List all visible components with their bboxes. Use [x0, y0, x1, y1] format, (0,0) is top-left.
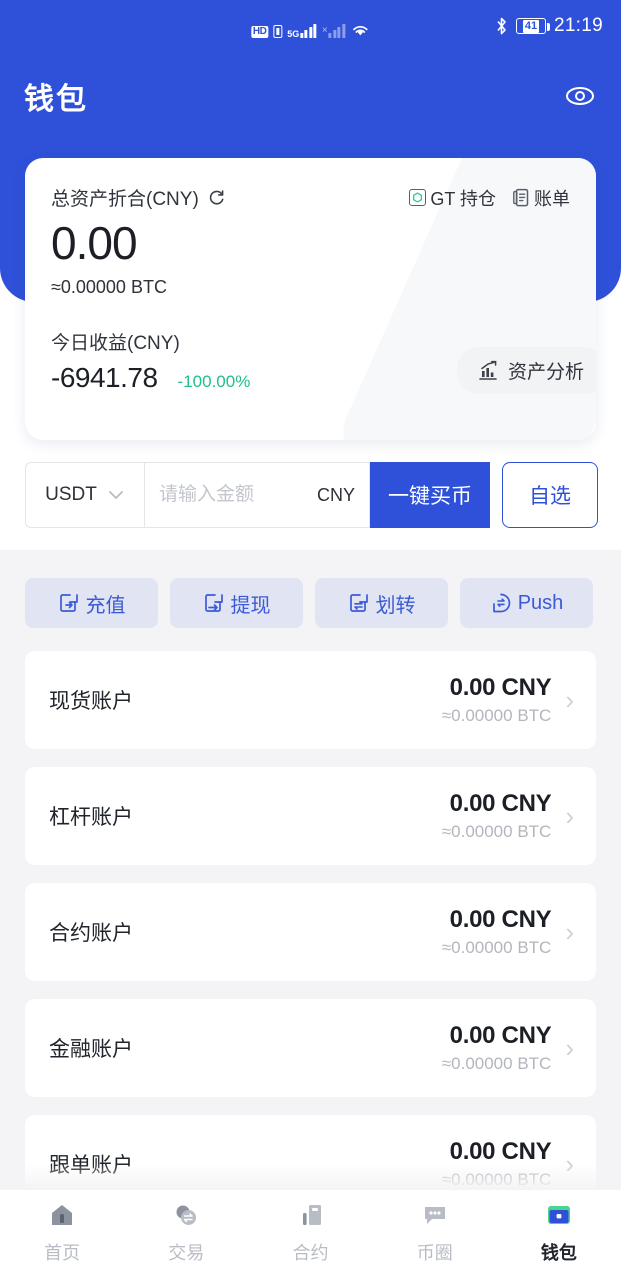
app-bar: 钱包: [0, 60, 621, 132]
table-row[interactable]: 合约账户 0.00 CNY ≈0.00000 BTC ›: [25, 883, 596, 981]
nav-item-trade[interactable]: 交易: [124, 1198, 248, 1265]
account-list: 现货账户 0.00 CNY ≈0.00000 BTC › 杠杆账户 0.00 C…: [25, 651, 596, 1231]
withdraw-icon: [204, 594, 223, 612]
status-bar-center-icons: HD 5G ×: [250, 14, 370, 39]
currency-label: CNY: [316, 484, 355, 505]
nav-item-community[interactable]: 币圈: [373, 1198, 497, 1265]
gt-holdings-link[interactable]: GT 持仓: [409, 185, 496, 211]
nav-label-contract: 合约: [292, 1243, 329, 1263]
account-name: 现货账户: [49, 690, 133, 713]
gt-holdings-label: GT 持仓: [430, 188, 496, 209]
amount-field-wrap: CNY: [145, 462, 370, 528]
bill-icon: [513, 188, 529, 207]
wallet-icon: [544, 1198, 574, 1232]
table-row[interactable]: 杠杆账户 0.00 CNY ≈0.00000 BTC ›: [25, 767, 596, 865]
table-row[interactable]: 金融账户 0.00 CNY ≈0.00000 BTC ›: [25, 999, 596, 1097]
favorites-button[interactable]: 自选: [502, 462, 598, 528]
account-btc: ≈0.00000 BTC: [441, 822, 552, 841]
account-cny: 0.00 CNY: [449, 674, 552, 701]
account-cny: 0.00 CNY: [449, 906, 552, 933]
nav-label-trade: 交易: [168, 1243, 205, 1263]
account-btc: ≈0.00000 BTC: [441, 706, 552, 725]
transfer-button[interactable]: 划转: [315, 578, 448, 628]
community-icon: [420, 1198, 450, 1232]
account-name: 合约账户: [49, 922, 133, 945]
battery-icon: 41: [515, 18, 550, 34]
today-profit-percent: -100.00%: [177, 372, 251, 392]
chart-growth-icon: [479, 360, 497, 380]
trade-icon: [171, 1198, 201, 1232]
hd-icon: HD: [250, 26, 269, 38]
bluetooth-icon: [497, 17, 506, 35]
coin-select[interactable]: USDT: [25, 462, 145, 528]
account-cny: 0.00 CNY: [449, 1022, 552, 1049]
total-balance-btc: ≈0.00000 BTC: [51, 277, 167, 298]
chevron-down-icon: [108, 491, 123, 500]
account-name: 金融账户: [49, 1038, 133, 1061]
bill-label: 账单: [534, 188, 570, 209]
nav-label-wallet: 钱包: [540, 1243, 577, 1263]
status-bar-right: 41 21:19: [495, 15, 603, 37]
nav-label-home: 首页: [44, 1243, 81, 1263]
home-icon: [47, 1198, 77, 1232]
nav-label-community: 币圈: [416, 1243, 453, 1263]
push-icon: [492, 593, 510, 613]
asset-analysis-button[interactable]: 资产分析: [456, 347, 596, 394]
gt-holdings-icon: [409, 189, 427, 206]
nav-item-wallet[interactable]: 钱包: [497, 1198, 621, 1265]
wallet-screen: HD 5G × 41 21:19 钱包 总资产折合(CNY) GT 持仓 账单 …: [0, 0, 621, 1280]
wifi-icon: [352, 25, 368, 36]
account-name: 杠杆账户: [49, 806, 133, 829]
sim-icon: [273, 25, 283, 38]
nav-item-home[interactable]: 首页: [0, 1198, 124, 1265]
amount-input[interactable]: [159, 484, 304, 506]
transfer-icon: [349, 594, 368, 612]
signal-icon: 5G: [287, 22, 317, 39]
balance-card-header: 总资产折合(CNY) GT 持仓 账单: [51, 184, 570, 211]
total-assets-label: 总资产折合(CNY): [51, 184, 226, 211]
refresh-icon[interactable]: [207, 188, 226, 207]
push-button[interactable]: Push: [460, 578, 593, 628]
transfer-label: 划转: [375, 594, 416, 617]
signal-secondary-icon: ×: [322, 22, 346, 38]
account-cny: 0.00 CNY: [449, 790, 552, 817]
coin-select-value: USDT: [45, 484, 97, 505]
table-row[interactable]: 现货账户 0.00 CNY ≈0.00000 BTC ›: [25, 651, 596, 749]
withdraw-button[interactable]: 提现: [170, 578, 303, 628]
deposit-icon: [59, 594, 78, 612]
contract-icon: [296, 1198, 326, 1232]
chevron-right-icon: ›: [565, 1033, 574, 1063]
account-btc: ≈0.00000 BTC: [441, 938, 552, 957]
action-buttons-row: 充值 提现 划转 Push: [25, 578, 593, 628]
page-title: 钱包: [24, 83, 88, 116]
balance-card-links: GT 持仓 账单: [409, 185, 570, 211]
push-label: Push: [517, 591, 564, 614]
eye-icon[interactable]: [563, 79, 597, 113]
balance-card: 总资产折合(CNY) GT 持仓 账单 0.00 ≈0.00000 BTC 今日…: [25, 158, 596, 440]
nav-item-contract[interactable]: 合约: [248, 1198, 372, 1265]
account-cny: 0.00 CNY: [449, 1138, 552, 1165]
status-bar: HD 5G × 41 21:19: [0, 0, 621, 52]
quick-buy-row: USDT CNY 一键买币 自选: [25, 462, 598, 528]
chevron-right-icon: ›: [565, 917, 574, 947]
today-profit-value: -6941.78: [51, 362, 158, 394]
chevron-right-icon: ›: [565, 801, 574, 831]
total-balance-value: 0.00: [51, 217, 138, 269]
one-click-buy-button[interactable]: 一键买币: [370, 462, 490, 528]
status-bar-clock: 21:19: [553, 15, 603, 36]
list-fade-mask: [0, 1164, 621, 1190]
chevron-right-icon: ›: [565, 685, 574, 715]
deposit-label: 充值: [85, 594, 126, 617]
withdraw-label: 提现: [230, 594, 271, 617]
asset-analysis-label: 资产分析: [507, 362, 584, 383]
account-btc: ≈0.00000 BTC: [441, 1054, 552, 1073]
deposit-button[interactable]: 充值: [25, 578, 158, 628]
bill-link[interactable]: 账单: [512, 185, 570, 211]
bottom-navigation: 首页 交易 合约 币圈 钱包: [0, 1190, 621, 1280]
